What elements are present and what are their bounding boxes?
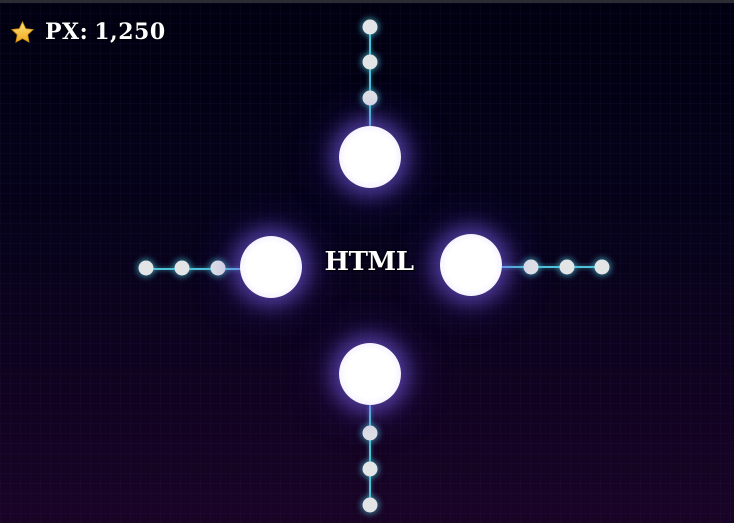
skill-node-right[interactable] — [440, 234, 502, 296]
skill-dot-left-3[interactable] — [210, 260, 226, 276]
connector-bottom — [369, 405, 371, 505]
currency-value: 1,250 — [94, 19, 166, 45]
currency-label: PX: — [45, 19, 89, 45]
currency-display: PX: 1,250 — [10, 17, 166, 47]
connector-left — [146, 268, 241, 270]
skill-node-top[interactable] — [339, 126, 401, 188]
skill-dot-right-2[interactable] — [559, 259, 575, 275]
skill-dot-bottom-3[interactable] — [362, 497, 378, 513]
skill-dot-bottom-1[interactable] — [362, 425, 378, 441]
skill-dot-top-2[interactable] — [362, 54, 378, 70]
connector-top — [369, 27, 371, 127]
skill-dot-right-1[interactable] — [523, 259, 539, 275]
skill-node-bottom[interactable] — [339, 343, 401, 405]
skill-dot-top-3[interactable] — [362, 90, 378, 106]
skill-dot-bottom-2[interactable] — [362, 461, 378, 477]
connector-right — [502, 266, 602, 268]
skill-dot-left-2[interactable] — [174, 260, 190, 276]
star-icon — [10, 20, 35, 43]
skill-node-left[interactable] — [240, 236, 302, 298]
skill-dot-top-1[interactable] — [362, 19, 378, 35]
skill-dot-left-1[interactable] — [138, 260, 154, 276]
skill-dot-right-3[interactable] — [594, 259, 610, 275]
skill-tree-center-label: HTML — [324, 247, 414, 277]
